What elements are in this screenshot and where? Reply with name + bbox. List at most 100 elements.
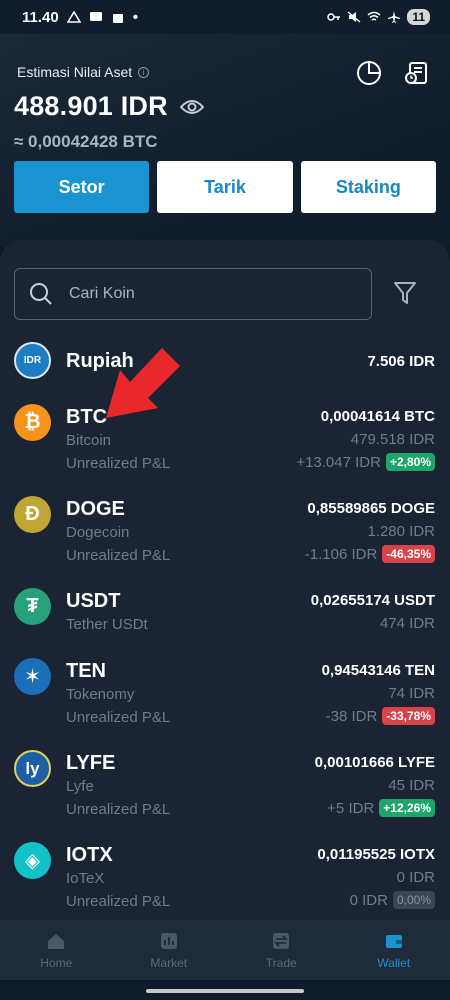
list-item[interactable]: ₮ USDT Tether USDt 0,02655174 USDT 474 I… [0, 586, 450, 638]
info-icon[interactable]: i [138, 66, 150, 78]
coin-value: 0 IDR [396, 869, 435, 886]
pnl-value: +13.047 IDR [296, 453, 381, 471]
coin-symbol: TEN [66, 660, 106, 682]
battery-level: 11 [407, 9, 430, 25]
coin-amount: 0,94543146 TEN [321, 662, 435, 679]
coin-name: Lyfe [66, 778, 94, 795]
deposit-button[interactable]: Setor [14, 161, 150, 213]
coin-amount: 0,85589865 DOGE [307, 500, 435, 517]
coin-symbol: USDT [66, 590, 121, 612]
drive-icon [66, 11, 81, 23]
list-item[interactable]: ₿ BTC Bitcoin Unrealized P&L 0,00041614 … [0, 402, 450, 476]
pnl-label: Unrealized P&L [66, 893, 171, 910]
coin-value: 1.280 IDR [367, 523, 435, 540]
pnl-percent-badge: +2,80% [385, 453, 435, 471]
gesture-handle[interactable] [146, 989, 304, 993]
staking-button[interactable]: Staking [300, 161, 436, 213]
pnl-label: Unrealized P&L [66, 455, 171, 472]
history-icon [405, 62, 427, 84]
lyfe-icon: ly [14, 750, 51, 787]
list-item[interactable]: Ð DOGE Dogecoin Unrealized P&L 0,8558986… [0, 494, 450, 568]
filter-icon [394, 282, 416, 304]
pnl-percent-badge: 0,00% [392, 891, 435, 909]
nav-home[interactable]: Home [0, 920, 113, 980]
estimate-label: Estimasi Nilai Aset i [17, 64, 150, 80]
coin-value: 45 IDR [388, 777, 435, 794]
coin-value: 474 IDR [379, 615, 435, 632]
pie-chart-icon [357, 61, 381, 85]
coin-value: 74 IDR [388, 685, 435, 702]
idr-coin-icon: IDR [14, 342, 51, 379]
pnl-info: +13.047 IDR +2,80% [296, 453, 435, 471]
pnl-info: -38 IDR -33,78% [326, 707, 435, 725]
list-item[interactable]: IDR Rupiah 7.506 IDR [0, 340, 450, 384]
coin-symbol: IOTX [66, 844, 113, 866]
pnl-percent-badge: -46,35% [382, 545, 435, 563]
balance-idr-text: 488.901 IDR [14, 91, 168, 121]
portfolio-chart-button[interactable] [352, 56, 386, 90]
pnl-info: 0 IDR 0,00% [350, 891, 435, 909]
balance-btc: ≈ 0,00042428 BTC [14, 132, 158, 151]
shopping-bag-icon [112, 14, 123, 23]
coin-name: Tokenomy [66, 686, 135, 703]
nav-home-label: Home [40, 955, 73, 970]
coin-name: Dogecoin [66, 524, 130, 541]
home-icon [48, 933, 65, 949]
pnl-value: 0 IDR [349, 891, 388, 909]
search-input[interactable]: Cari Koin [14, 268, 372, 320]
list-item[interactable]: ly LYFE Lyfe Unrealized P&L 0,00101666 L… [0, 748, 450, 822]
nav-trade[interactable]: Trade [225, 920, 338, 980]
coin-symbol: DOGE [66, 498, 125, 520]
trade-icon [273, 932, 290, 949]
airplane-icon [388, 11, 401, 23]
status-bar: 11.40 • 11 [0, 0, 450, 34]
pnl-label: Unrealized P&L [66, 801, 171, 818]
iotex-icon: ◈ [14, 842, 51, 879]
pnl-percent-badge: +12,26% [379, 799, 435, 817]
pnl-label: Unrealized P&L [66, 709, 171, 726]
pnl-info: -1.106 IDR -46,35% [305, 545, 435, 563]
search-icon [30, 283, 52, 305]
bitcoin-icon: ₿ [14, 404, 51, 441]
pnl-label: Unrealized P&L [66, 547, 171, 564]
pnl-value: -1.106 IDR [304, 545, 378, 563]
estimate-label-text: Estimasi Nilai Aset [17, 64, 133, 80]
nav-market-label: Market [150, 955, 188, 970]
tether-icon: ₮ [14, 588, 51, 625]
eye-icon[interactable] [179, 99, 204, 115]
market-icon [160, 932, 177, 949]
pnl-value: +5 IDR [327, 799, 375, 817]
nav-wallet-label: Wallet [377, 955, 411, 970]
wifi-icon [367, 11, 381, 21]
nav-market[interactable]: Market [113, 920, 226, 980]
coin-amount: 0,01195525 IOTX [317, 846, 435, 863]
coin-amount: 0,00041614 BTC [320, 408, 435, 425]
mute-icon [347, 11, 361, 23]
action-buttons: Setor Tarik Staking [14, 161, 436, 213]
coin-amount: 0,02655174 USDT [310, 592, 435, 609]
pnl-value: -38 IDR [325, 707, 378, 725]
balance-idr: 488.901 IDR [14, 91, 204, 122]
list-item[interactable]: ◈ IOTX IoTeX Unrealized P&L 0,01195525 I… [0, 840, 450, 914]
key-icon [327, 13, 341, 21]
tokenomy-icon: ✶ [14, 658, 51, 695]
nav-trade-label: Trade [265, 955, 297, 970]
clock: 11.40 [22, 8, 59, 26]
coin-value: 479.518 IDR [350, 431, 435, 448]
coin-amount: 0,00101666 LYFE [314, 754, 435, 771]
coin-symbol: LYFE [66, 752, 116, 774]
pnl-percent-badge: -33,78% [382, 707, 435, 725]
filter-button[interactable] [390, 278, 420, 308]
dogecoin-icon: Ð [14, 496, 51, 533]
bottom-navigation: Home Market Trade Wallet [0, 920, 450, 980]
notification-dot-icon: • [132, 8, 138, 26]
nav-wallet[interactable]: Wallet [338, 920, 450, 980]
red-arrow-annotation [106, 348, 180, 418]
coin-name: IoTeX [66, 870, 105, 887]
pnl-info: +5 IDR +12,26% [327, 799, 435, 817]
coin-name: Tether USDt [66, 616, 148, 633]
withdraw-button[interactable]: Tarik [157, 161, 293, 213]
wallet-icon [385, 934, 402, 948]
transaction-history-button[interactable] [399, 56, 433, 90]
list-item[interactable]: ✶ TEN Tokenomy Unrealized P&L 0,94543146… [0, 656, 450, 730]
